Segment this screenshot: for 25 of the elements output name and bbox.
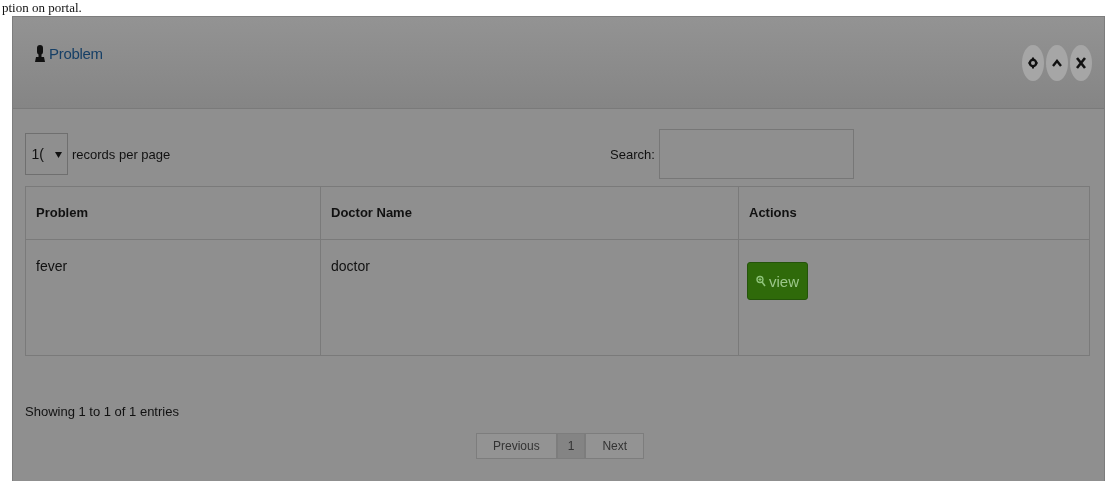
table-cell: fever (26, 240, 321, 355)
zoom-in-icon (756, 275, 766, 287)
entries-info: Showing 1 to 1 of 1 entries (25, 404, 180, 419)
records-per-page-label: records per page (72, 146, 171, 162)
view-button[interactable]: view (747, 262, 808, 300)
records-per-page-select[interactable]: 1( (25, 133, 68, 175)
caret-icon (54, 150, 62, 158)
search-label: Search: (610, 146, 655, 162)
column-header[interactable]: Doctor Name (321, 187, 739, 239)
pagination-button[interactable]: Next (585, 433, 645, 459)
table-cell: doctor (321, 240, 739, 355)
settings-icon (1028, 56, 1038, 69)
column-header[interactable]: Actions (739, 187, 1089, 239)
search-field[interactable] (658, 129, 854, 179)
column-header[interactable]: Problem (26, 187, 321, 239)
close-icon (1076, 56, 1086, 69)
panel-title: Problem (49, 45, 103, 62)
user-icon (35, 45, 45, 62)
chevron-up-icon (1052, 58, 1062, 67)
pagination-button[interactable]: Previous (476, 433, 557, 459)
caption-text: ption on portal. (1, 0, 83, 16)
settings-button[interactable] (1022, 44, 1044, 81)
close-button[interactable] (1070, 44, 1092, 81)
pagination-button[interactable]: 1 (556, 433, 586, 459)
collapse-button[interactable] (1046, 44, 1068, 81)
